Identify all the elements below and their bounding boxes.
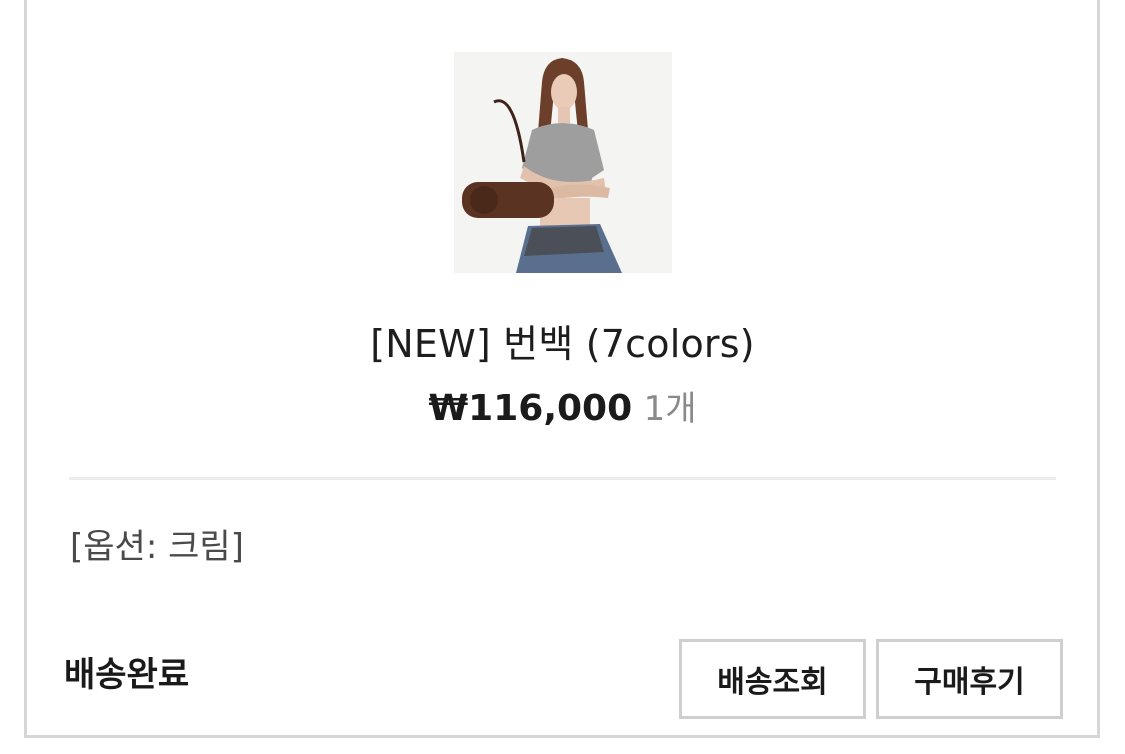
product-image[interactable] <box>454 52 672 273</box>
product-option: [옵션: 크림] <box>70 527 244 567</box>
delivery-status: 배송완료 <box>64 655 190 695</box>
track-delivery-button[interactable]: 배송조회 <box>679 639 866 719</box>
write-review-button[interactable]: 구매후기 <box>876 639 1063 719</box>
product-price: ₩116,000 <box>428 388 633 429</box>
product-quantity: 1개 <box>643 389 697 429</box>
product-title[interactable]: [NEW] 번백 (7colors) <box>0 318 1125 370</box>
section-divider <box>69 477 1056 480</box>
price-quantity: ₩116,000 1개 <box>0 384 1125 434</box>
